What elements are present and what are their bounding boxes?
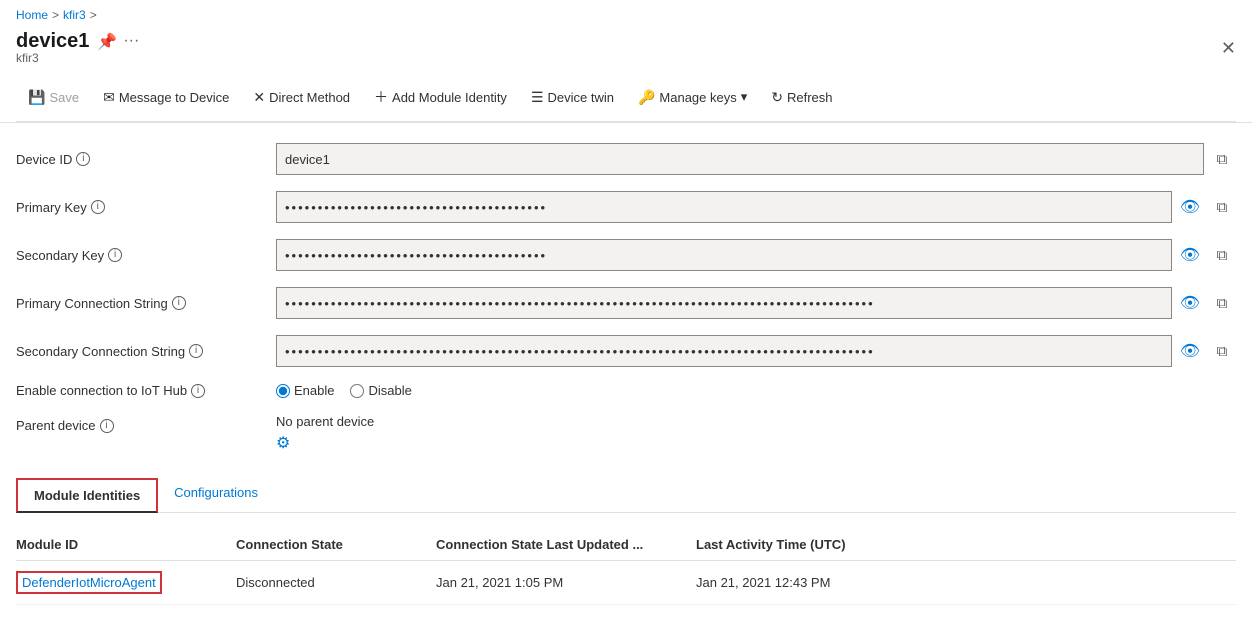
direct-method-button[interactable]: ✕ Direct Method	[241, 83, 362, 112]
tab-module-identities[interactable]: Module Identities	[16, 478, 158, 513]
secondary-conn-copy-button[interactable]: ⧉	[1208, 337, 1236, 365]
primary-key-input[interactable]	[276, 191, 1172, 223]
secondary-key-eye-button[interactable]: 👁	[1176, 241, 1204, 269]
refresh-button[interactable]: ↻ Refresh	[759, 83, 844, 112]
manage-keys-button[interactable]: 🔑 Manage keys ▾	[626, 83, 759, 112]
page-subtitle: kfir3	[16, 51, 139, 65]
primary-key-label: Primary Key	[16, 200, 87, 215]
save-button[interactable]: 💾 Save	[16, 83, 91, 112]
enable-conn-label: Enable connection to IoT Hub	[16, 383, 187, 398]
disable-label: Disable	[368, 383, 411, 398]
secondary-conn-label: Secondary Connection String	[16, 344, 185, 359]
toolbar: 💾 Save ✉ Message to Device ✕ Direct Meth…	[16, 73, 1236, 122]
breadcrumb-sep2: >	[90, 8, 97, 22]
add-module-identity-button[interactable]: ＋ Add Module Identity	[362, 81, 519, 113]
device-id-info-icon[interactable]: i	[76, 152, 90, 166]
device-twin-button[interactable]: ☰ Device twin	[519, 83, 626, 112]
tab-configurations[interactable]: Configurations	[158, 477, 274, 512]
breadcrumb: Home > kfir3 >	[16, 8, 1236, 22]
enable-radio-input[interactable]	[276, 384, 290, 398]
primary-key-eye-button[interactable]: 👁	[1176, 193, 1204, 221]
pin-icon[interactable]: 📌	[97, 32, 117, 52]
enable-label: Enable	[294, 383, 334, 398]
primary-key-row: Primary Key i 👁 ⧉	[16, 191, 1236, 223]
primary-key-copy-button[interactable]: ⧉	[1208, 193, 1236, 221]
enable-conn-info-icon[interactable]: i	[191, 384, 205, 398]
primary-conn-label: Primary Connection String	[16, 296, 168, 311]
secondary-key-row: Secondary Key i 👁 ⧉	[16, 239, 1236, 271]
module-identities-table: Module ID Connection State Connection St…	[16, 529, 1236, 605]
no-parent-device-text: No parent device	[276, 414, 374, 429]
secondary-key-copy-button[interactable]: ⧉	[1208, 241, 1236, 269]
tabs-section: Module Identities Configurations	[16, 477, 1236, 513]
secondary-conn-info-icon[interactable]: i	[189, 344, 203, 358]
primary-conn-input[interactable]	[276, 287, 1172, 319]
device-id-input[interactable]	[276, 143, 1204, 175]
parent-device-label: Parent device	[16, 418, 96, 433]
last-activity-cell: Jan 21, 2021 12:43 PM	[696, 575, 1236, 590]
connection-state-cell: Disconnected	[236, 575, 436, 590]
col-header-connection-state: Connection State	[236, 537, 436, 552]
secondary-conn-eye-button[interactable]: 👁	[1176, 337, 1204, 365]
primary-key-info-icon[interactable]: i	[91, 200, 105, 214]
table-row: DefenderIotMicroAgent Disconnected Jan 2…	[16, 561, 1236, 605]
device-id-row: Device ID i ⧉	[16, 143, 1236, 175]
disable-radio-input[interactable]	[350, 384, 364, 398]
col-header-connection-updated: Connection State Last Updated ...	[436, 537, 696, 552]
connection-updated-cell: Jan 21, 2021 1:05 PM	[436, 575, 696, 590]
enable-conn-radio-group: Enable Disable	[276, 383, 412, 398]
parent-device-gear-icon[interactable]: ⚙	[276, 433, 374, 453]
primary-conn-eye-button[interactable]: 👁	[1176, 289, 1204, 317]
dropdown-arrow-icon: ▾	[741, 89, 748, 105]
primary-conn-copy-button[interactable]: ⧉	[1208, 289, 1236, 317]
parent-device-row: Parent device i No parent device ⚙	[16, 414, 1236, 453]
secondary-conn-input[interactable]	[276, 335, 1172, 367]
enable-radio[interactable]: Enable	[276, 383, 334, 398]
primary-conn-info-icon[interactable]: i	[172, 296, 186, 310]
col-header-module-id: Module ID	[16, 537, 236, 552]
secondary-key-label: Secondary Key	[16, 248, 104, 263]
breadcrumb-parent[interactable]: kfir3	[63, 8, 86, 22]
more-options-icon[interactable]: ···	[123, 32, 139, 52]
message-to-device-button[interactable]: ✉ Message to Device	[91, 83, 241, 112]
device-form: Device ID i ⧉ Primary Key i 👁 ⧉ Secon	[16, 143, 1236, 453]
close-button[interactable]: ✕	[1221, 39, 1236, 57]
page-title: device1	[16, 30, 89, 53]
breadcrumb-sep1: >	[52, 8, 59, 22]
device-id-label: Device ID	[16, 152, 72, 167]
device-id-copy-button[interactable]: ⧉	[1208, 145, 1236, 173]
disable-radio[interactable]: Disable	[350, 383, 411, 398]
primary-conn-row: Primary Connection String i 👁 ⧉	[16, 287, 1236, 319]
parent-device-info-icon[interactable]: i	[100, 419, 114, 433]
col-header-last-activity: Last Activity Time (UTC)	[696, 537, 1236, 552]
add-module-icon: ＋	[374, 87, 388, 107]
device-twin-icon: ☰	[531, 89, 544, 106]
module-id-link[interactable]: DefenderIotMicroAgent	[16, 571, 162, 594]
message-icon: ✉	[103, 89, 115, 106]
secondary-conn-row: Secondary Connection String i 👁 ⧉	[16, 335, 1236, 367]
manage-keys-icon: 🔑	[638, 89, 655, 106]
secondary-key-info-icon[interactable]: i	[108, 248, 122, 262]
table-header: Module ID Connection State Connection St…	[16, 529, 1236, 561]
direct-method-icon: ✕	[253, 89, 265, 106]
secondary-key-input[interactable]	[276, 239, 1172, 271]
enable-conn-row: Enable connection to IoT Hub i Enable Di…	[16, 383, 1236, 398]
breadcrumb-home[interactable]: Home	[16, 8, 48, 22]
save-icon: 💾	[28, 89, 45, 106]
refresh-icon: ↻	[771, 89, 783, 106]
